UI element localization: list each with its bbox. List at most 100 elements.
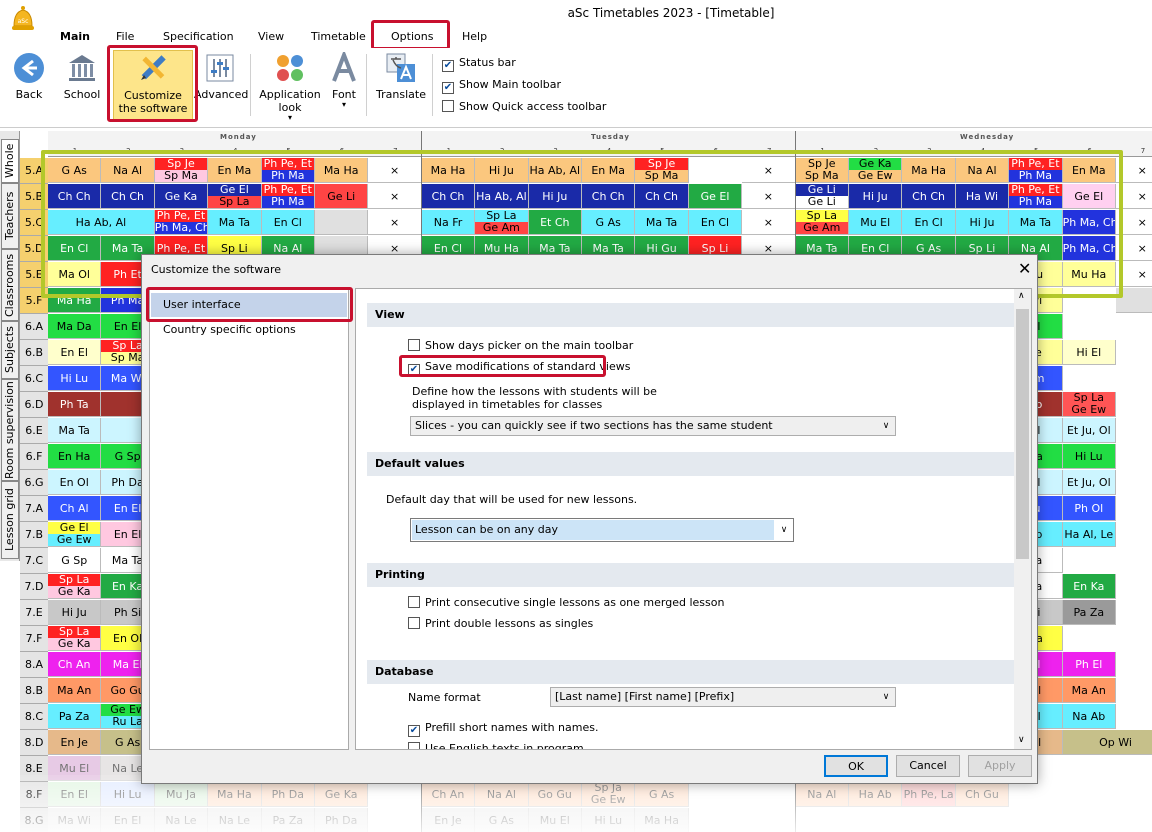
lesson-cell[interactable]: Ph El [1062,652,1116,677]
menu-options[interactable]: Options [391,30,433,43]
class-label[interactable]: 7.F [20,626,48,652]
menu-view[interactable]: View [258,30,284,43]
class-label[interactable]: 7.A [20,496,48,522]
lesson-cell[interactable]: Hi Lu [48,366,102,391]
menu-timetable[interactable]: Timetable [311,30,366,43]
lesson-cell[interactable]: Et Ju, Ol [1062,418,1116,443]
lesson-cell[interactable]: Na Ab [1062,704,1116,729]
options-scrollbar[interactable]: ∧ ∨ [1014,289,1031,749]
lesson-display-combo[interactable]: Slices - you can quickly see if two sect… [410,416,896,436]
lesson-cell[interactable]: Pa Za [48,704,102,729]
class-label[interactable]: 7.B [20,522,48,548]
class-label[interactable]: 6.D [20,392,48,418]
checkbox-checked-icon[interactable]: ✔ [442,82,454,94]
lesson-cell[interactable]: Ge El Ge Ew [48,522,102,547]
side-tab-whole[interactable]: Whole [1,139,19,183]
lesson-cell[interactable]: Ha Al, Le [1062,522,1116,547]
lesson-cell[interactable]: En Ha [48,444,102,469]
lesson-cell[interactable]: Sp La Ge Ew [1062,392,1116,417]
show-days-picker-label: Show days picker on the main toolbar [425,339,634,352]
lesson-cell[interactable]: Ph Ta [48,392,102,417]
checkbox-checked-icon[interactable]: ✔ [408,725,420,737]
translate-button[interactable]: Translate [374,52,428,101]
show-days-picker-option[interactable]: Show days picker on the main toolbar [408,339,633,352]
lesson-cell[interactable]: En Ol [48,470,102,495]
lesson-cell[interactable]: Ph Ol [1062,496,1116,521]
class-label[interactable]: 8.C [20,704,48,730]
scrollbar-thumb[interactable] [1016,309,1029,559]
school-button[interactable]: School [60,52,104,101]
lesson-cell[interactable]: En El [48,340,102,365]
lesson-cell[interactable]: Ma An [1062,678,1116,703]
show-quick-access-check[interactable]: Show Quick access toolbar [442,100,606,113]
class-label[interactable]: 6.A [20,314,48,340]
save-modifications-option[interactable]: ✔ Save modifications of standard views [408,360,630,376]
lesson-cell[interactable]: Ma An [48,678,102,703]
checkbox-unchecked-icon[interactable] [408,596,420,608]
class-label[interactable]: 6.B [20,340,48,366]
lesson-cell[interactable]: Pa Za [1062,600,1116,625]
lesson-cell[interactable]: Ch Al [48,496,102,521]
lesson-cell[interactable]: Hi Lu [1062,444,1116,469]
prefill-short-option[interactable]: ✔ Prefill short names with names. [408,721,598,737]
class-label[interactable]: 7.C [20,548,48,574]
class-label[interactable]: 6.C [20,366,48,392]
class-label[interactable]: 6.F [20,444,48,470]
class-label[interactable]: 8.D [20,730,48,756]
show-main-toolbar-check[interactable]: ✔ Show Main toolbar [442,78,561,94]
lesson-cell[interactable]: En Ka [1062,574,1116,599]
font-button[interactable]: Font ▾ [328,52,360,109]
class-label[interactable]: 7.D [20,574,48,600]
side-tab-teachers[interactable]: Teachers [1,183,19,249]
lesson-part: Ge Ka [48,586,101,598]
back-button[interactable]: Back [8,52,50,101]
side-tab-subjects[interactable]: Subjects [1,321,19,379]
menu-main[interactable]: Main [60,30,90,43]
menu-specification[interactable]: Specification [163,30,234,43]
side-tab-room-supervision[interactable]: Room supervision [1,379,19,481]
nav-user-interface[interactable]: User interface [151,293,347,317]
lesson-cell[interactable]: En Je [48,730,102,755]
side-tab-classrooms[interactable]: Classrooms [1,249,19,321]
class-label[interactable]: 8.A [20,652,48,678]
print-consecutive-option[interactable]: Print consecutive single lessons as one … [408,596,724,609]
lesson-cell[interactable]: Et Ju, Ol [1062,470,1116,495]
use-english-option[interactable]: Use English texts in program [408,742,584,749]
scroll-down-icon[interactable]: ∨ [1018,735,1025,745]
lesson-cell[interactable]: Op Wi [1062,730,1152,755]
lesson-cell[interactable]: G Sp [48,548,102,573]
checkbox-unchecked-icon[interactable] [408,339,420,351]
class-label[interactable]: 6.G [20,470,48,496]
application-look-button[interactable]: Application look ▾ [256,52,324,122]
lesson-cell[interactable]: Ma Da [48,314,102,339]
class-label[interactable]: 6.E [20,418,48,444]
print-double-option[interactable]: Print double lessons as singles [408,617,593,630]
lesson-cell[interactable]: Sp La Ge Ka [48,626,102,651]
checkbox-checked-icon[interactable]: ✔ [442,60,454,72]
status-bar-check[interactable]: ✔ Status bar [442,56,516,72]
lesson-cell[interactable]: Hi El [1062,340,1116,365]
checkbox-unchecked-icon[interactable] [408,742,420,749]
menu-help[interactable]: Help [462,30,487,43]
lesson-cell[interactable]: Hi Ju [48,600,102,625]
lesson-cell[interactable]: Ch An [48,652,102,677]
class-label[interactable]: 8.B [20,678,48,704]
checkbox-unchecked-icon[interactable] [442,100,454,112]
checkbox-checked-icon[interactable]: ✔ [408,364,420,376]
lesson-cell[interactable]: Sp La Ge Ka [48,574,102,599]
cancel-button[interactable]: Cancel [896,755,960,777]
advanced-button[interactable]: Advanced [194,52,248,101]
close-icon[interactable]: ✕ [1018,259,1031,278]
class-label[interactable]: 7.E [20,600,48,626]
apply-button[interactable]: Apply [968,755,1032,777]
name-format-combo[interactable]: [Last name] [First name] [Prefix] ∨ [550,687,896,707]
ok-button[interactable]: OK [824,755,888,777]
menu-file[interactable]: File [116,30,134,43]
checkbox-unchecked-icon[interactable] [408,617,420,629]
side-tab-lesson-grid[interactable]: Lesson grid [1,481,19,559]
scroll-up-icon[interactable]: ∧ [1018,291,1025,301]
nav-country-options[interactable]: Country specific options [151,318,347,342]
default-day-combo[interactable]: Lesson can be on any day ∨ [410,518,794,542]
customize-software-button[interactable]: Customize the software [113,50,193,120]
lesson-cell[interactable]: Ma Ta [48,418,102,443]
